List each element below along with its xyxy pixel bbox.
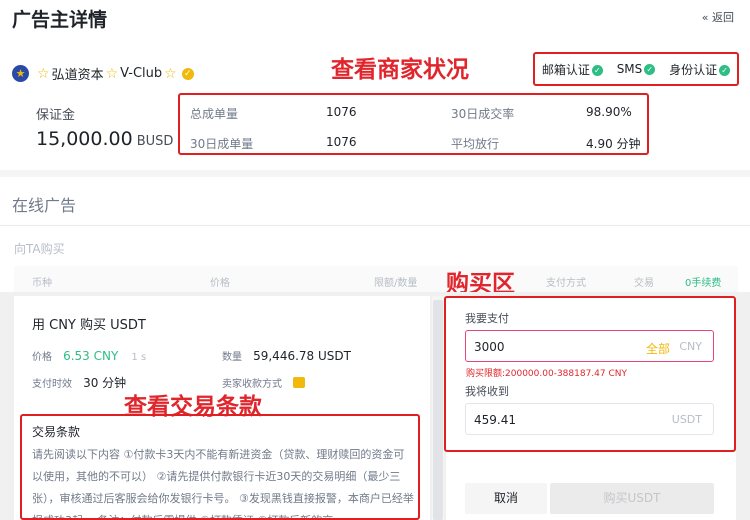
- deposit-amount: 15,000.00: [36, 128, 133, 150]
- merchant-name-row: ★ ☆ 弘道资本 ☆ V-Club ☆ ✓: [12, 64, 194, 83]
- stat-label: 平均放行: [451, 137, 500, 151]
- verification-id: 身份认证 ✓: [669, 61, 731, 78]
- star-icon: ☆: [37, 65, 50, 82]
- price-label: 价格: [32, 352, 52, 363]
- terms-text: 请先阅读以下内容 ①付款卡3天内不能有新进资金（贷款、理财赎回的资金可以使用，其…: [32, 448, 414, 518]
- receive-amount-input[interactable]: 459.41 USDT: [465, 403, 714, 435]
- all-button[interactable]: 全部: [646, 340, 670, 357]
- verified-badge-icon: ✓: [181, 67, 194, 80]
- amount-value: 59,446.78 USDT: [253, 349, 351, 363]
- buy-usdt-button[interactable]: 购买USDT: [550, 483, 714, 514]
- receive-label: 我将收到: [465, 385, 509, 398]
- price-timer: 1 s: [131, 352, 147, 363]
- medal-icon: ★: [12, 65, 29, 82]
- cancel-button[interactable]: 取消: [465, 483, 547, 514]
- pay-label: 我要支付: [465, 312, 509, 325]
- stat-value: 4.90 分钟: [586, 137, 641, 151]
- verification-label: 身份认证: [669, 62, 718, 77]
- verification-email: 邮箱认证 ✓: [542, 61, 603, 78]
- verification-label: SMS: [616, 62, 643, 76]
- deposit-label: 保证金: [36, 108, 76, 123]
- verification-label: 邮箱认证: [541, 62, 590, 77]
- verification-badges: 邮箱认证 ✓ SMS ✓ 身份认证 ✓: [533, 52, 739, 86]
- stat-label: 总成单量: [190, 107, 239, 121]
- section-title: 在线广告: [12, 196, 77, 215]
- merchant-name[interactable]: 弘道资本: [52, 64, 104, 83]
- time-limit-value: 30 分钟: [83, 376, 127, 390]
- purchase-limit-note: 购买限额:200000.00-388187.47 CNY: [466, 369, 627, 379]
- price-row: 价格 6.53 CNY 1 s: [32, 345, 146, 364]
- verification-sms: SMS ✓: [617, 62, 656, 76]
- column-header-coin: 币种: [32, 278, 52, 289]
- time-limit-label: 支付时效: [32, 379, 72, 390]
- stat-label: 30日成单量: [190, 137, 254, 151]
- tab-buy-from-merchant[interactable]: 向TA购买: [14, 240, 65, 257]
- receive-currency: USDT: [671, 413, 702, 426]
- check-circle-icon: ✓: [591, 64, 603, 76]
- amount-row: 数量 59,446.78 USDT: [222, 345, 351, 364]
- receive-amount-value: 459.41: [474, 413, 516, 427]
- column-header-limit: 限额/数量: [374, 278, 418, 289]
- stat-value: 1076: [326, 105, 357, 119]
- amount-label: 数量: [222, 352, 242, 363]
- column-header-trade: 交易: [634, 278, 654, 289]
- deposit-value: 15,000.00 BUSD: [36, 128, 173, 150]
- deposit-unit: BUSD: [136, 134, 174, 149]
- star-icon: ☆: [164, 65, 177, 82]
- bank-card-icon: [293, 377, 306, 388]
- star-icon: ☆: [105, 65, 119, 82]
- annotation-merchant-status: 查看商家状况: [331, 57, 469, 83]
- stat-value: 98.90%: [586, 105, 632, 119]
- trade-terms-box: 交易条款 请先阅读以下内容 ①付款卡3天内不能有新进资金（贷款、理财赎回的资金可…: [20, 414, 420, 520]
- price-value: 6.53 CNY: [63, 349, 119, 363]
- terms-title: 交易条款: [32, 425, 81, 439]
- pay-amount-value: 3000: [474, 340, 505, 354]
- stat-value: 1076: [326, 135, 357, 149]
- check-circle-icon: ✓: [644, 64, 656, 75]
- ads-table-header: 币种 价格 限额/数量 支付方式 交易 0手续费: [14, 266, 738, 292]
- scrollbar-thumb[interactable]: [433, 300, 443, 520]
- stat-label: 30日成交率: [451, 107, 515, 121]
- club-name: V-Club: [120, 66, 163, 81]
- column-header-price: 价格: [210, 278, 230, 289]
- check-circle-icon: ✓: [719, 64, 731, 76]
- column-header-payment: 支付方式: [546, 278, 586, 289]
- time-limit-row: 支付时效 30 分钟: [32, 372, 126, 391]
- back-link[interactable]: « 返回: [702, 9, 734, 25]
- pay-currency: CNY: [679, 340, 702, 353]
- order-title: 用 CNY 购买 USDT: [32, 318, 146, 333]
- zero-fee-badge: 0手续费: [685, 278, 722, 289]
- divider: [0, 225, 750, 226]
- page-title: 广告主详情: [12, 9, 108, 31]
- merchant-stats: 总成单量 1076 30日成交率 98.90% 30日成单量 1076 平均放行…: [178, 93, 649, 155]
- pay-amount-input[interactable]: 3000 全部 CNY: [465, 330, 714, 362]
